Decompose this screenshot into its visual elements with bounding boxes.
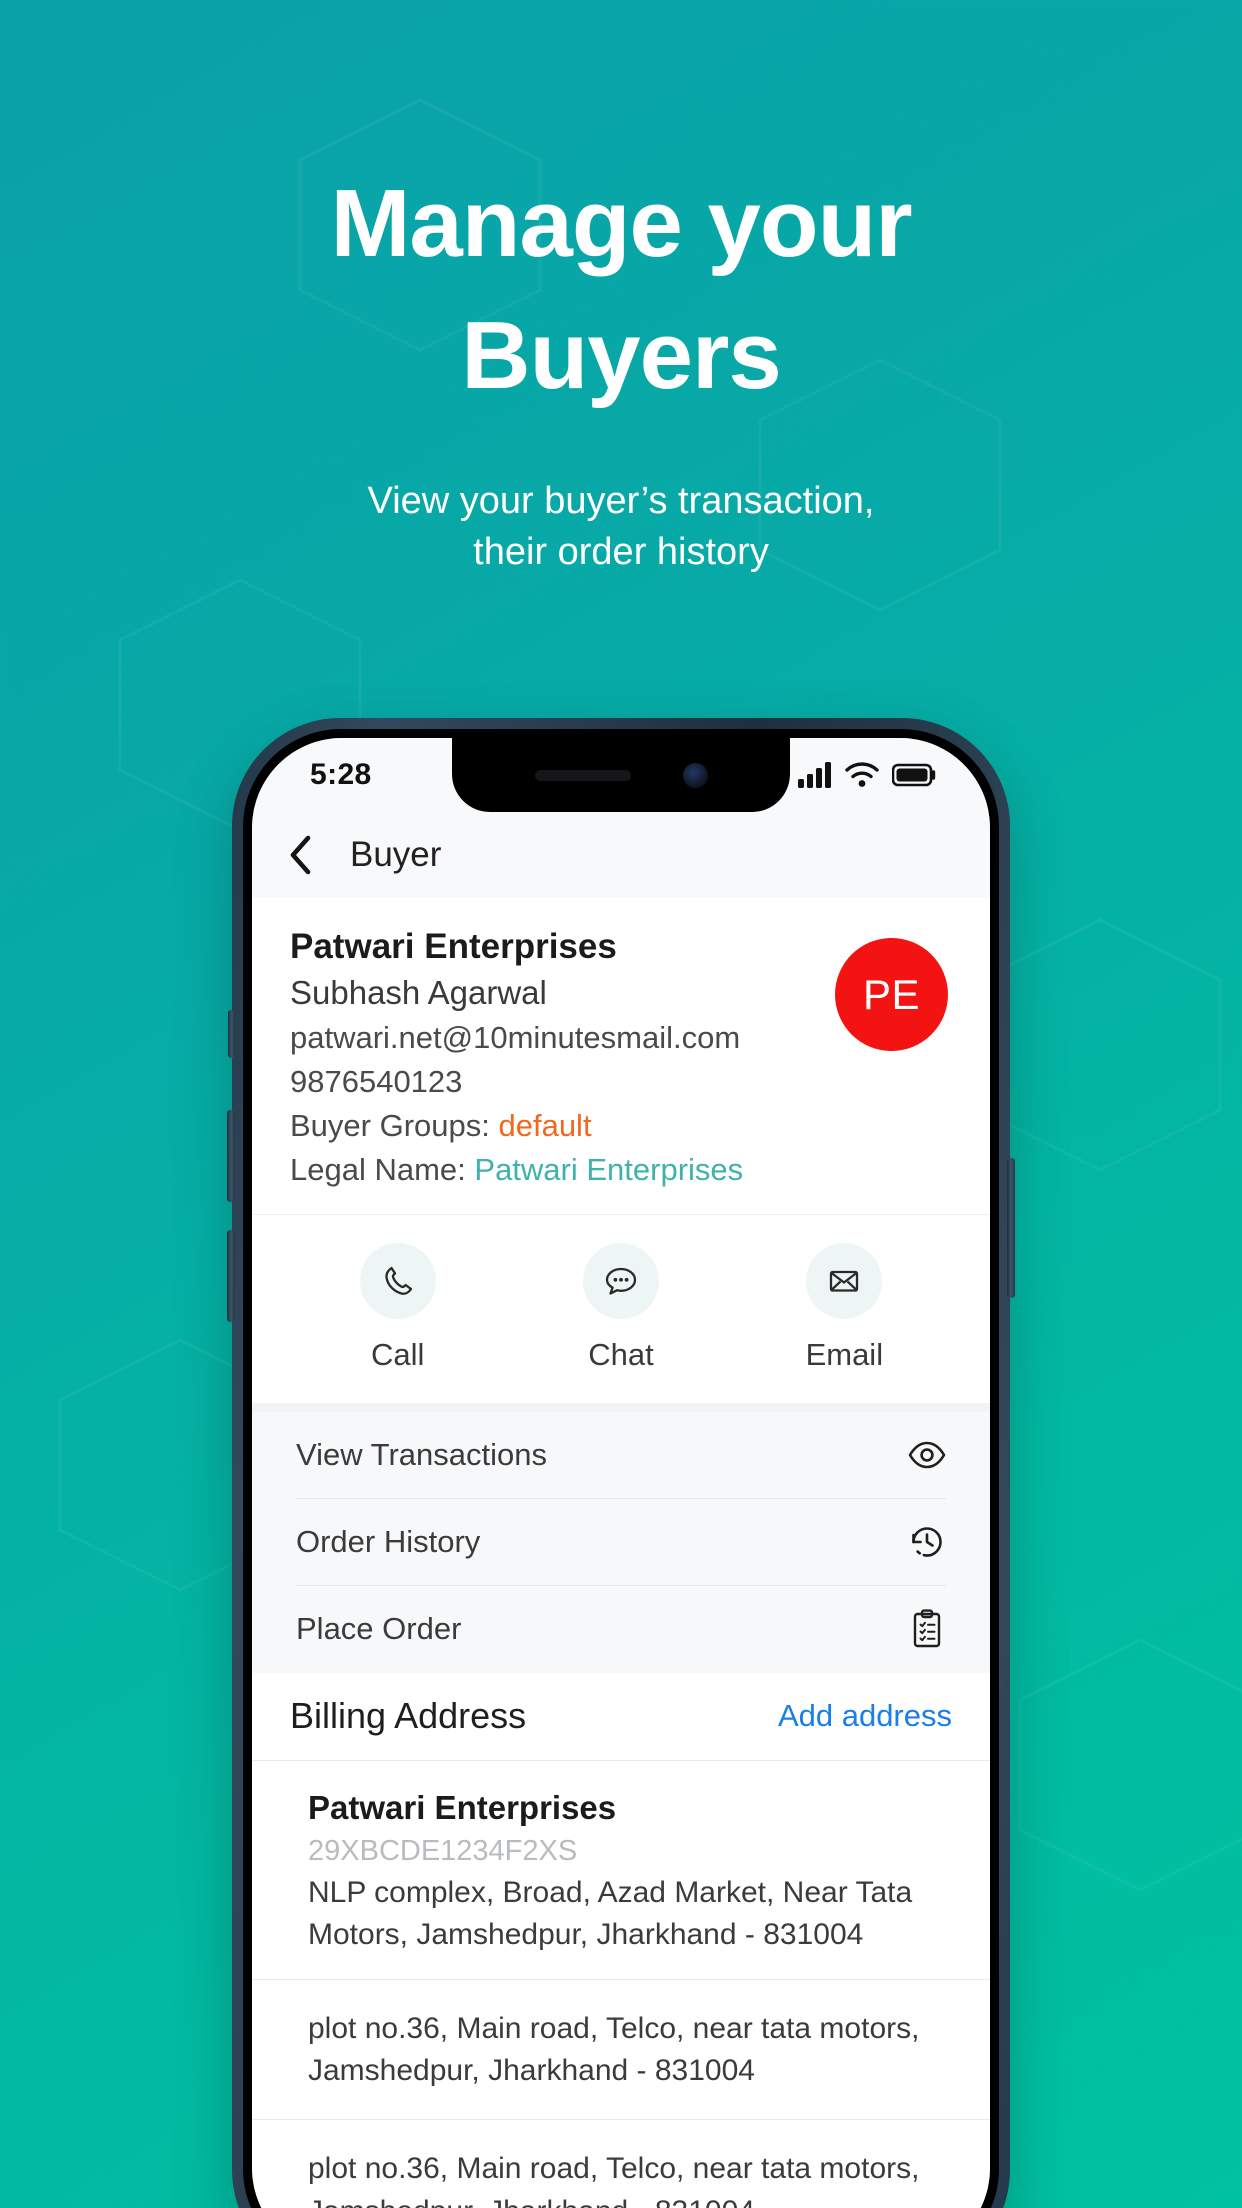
menu-item-place-order[interactable]: Place Order [296,1586,946,1673]
mute-switch[interactable] [228,1010,235,1058]
buyer-menu-list: View Transactions Order History Place Or… [252,1411,990,1673]
menu-item-view-transactions[interactable]: View Transactions [296,1412,946,1499]
legal-name-label: Legal Name: [290,1151,475,1187]
buyer-details: Patwari Enterprises Subhash Agarwal patw… [290,924,835,1192]
promo-block: Manage your Buyers View your buyer’s tra… [0,0,1242,577]
phone-bezel: 5:28 Buyer Patwari Enterprises Subhash A… [243,729,999,2208]
nav-title: Buyer [350,835,442,874]
battery-icon [892,763,936,787]
phone-icon [359,1242,436,1319]
promo-subtitle: View your buyer’s transaction, their ord… [0,476,1242,577]
buyer-groups-row: Buyer Groups: default [290,1104,835,1148]
promo-title-line2: Buyers [461,302,782,409]
promo-subtitle-line1: View your buyer’s transaction, [367,480,875,522]
buyer-groups-value[interactable]: default [498,1108,591,1143]
address-line2: Jamshedpur, Jharkhand - 831004 [308,2191,952,2208]
email-action-label: Email [805,1336,884,1372]
email-action-button[interactable]: Email [733,1242,956,1373]
buyer-company-name: Patwari Enterprises [290,927,617,966]
menu-item-label: Order History [296,1523,481,1559]
menu-item-label: View Transactions [296,1436,547,1472]
buyer-contact-person: Subhash Agarwal [290,974,547,1012]
buyer-phone[interactable]: 9876540123 [290,1060,835,1104]
chat-action-label: Chat [588,1336,654,1372]
promo-title-line1: Manage your [330,170,912,277]
address-line2: Jamshedpur, Jharkhand - 831004 [308,2054,755,2088]
address-line1: plot no.36, Main road, Telco, near tata … [308,2151,920,2185]
promo-subtitle-line2: their order history [473,530,769,573]
legal-name-row: Legal Name: Patwari Enterprises [290,1148,835,1192]
address-line2: Motors, Jamshedpur, Jharkhand - 831004 [308,1918,864,1952]
billing-address-header: Billing Address Add address [252,1672,990,1761]
address-line1: plot no.36, Main road, Telco, near tata … [308,2011,920,2045]
address-card[interactable]: Patwari Enterprises 29XBCDE1234F2XS NLP … [252,1760,990,1980]
volume-up-button[interactable] [227,1110,235,1202]
menu-item-order-history[interactable]: Order History [296,1499,946,1586]
buyer-email[interactable]: patwari.net@10minutesmail.com [290,1016,835,1060]
address-name: Patwari Enterprises [308,1788,617,1826]
address-line1: NLP complex, Broad, Azad Market, Near Ta… [308,1875,913,1909]
call-action-label: Call [370,1336,425,1372]
quick-actions-row: Call Chat Email [252,1214,990,1412]
status-clock: 5:28 [310,758,372,791]
add-address-link[interactable]: Add address [778,1698,952,1734]
power-button[interactable] [1007,1158,1015,1298]
chat-action-button[interactable]: Chat [509,1242,732,1373]
clipboard-list-icon [908,1609,946,1648]
clock-rewind-icon [908,1523,946,1561]
phone-mockup: 5:28 Buyer Patwari Enterprises Subhash A… [227,718,1015,2208]
eye-icon [908,1436,946,1474]
chat-bubble-icon [582,1242,659,1319]
back-chevron-icon[interactable] [286,835,316,875]
notch [452,738,790,812]
page-title: Manage your Buyers [0,176,1242,404]
envelope-icon [806,1242,883,1319]
address-card[interactable]: plot no.36, Main road, Telco, near tata … [252,1979,990,2120]
volume-down-button[interactable] [227,1230,235,1322]
buyer-groups-label: Buyer Groups: [290,1107,499,1143]
phone-screen: 5:28 Buyer Patwari Enterprises Subhash A… [252,738,990,2208]
avatar: PE [835,938,948,1051]
earpiece-speaker [534,769,631,781]
buyer-info-card: Patwari Enterprises Subhash Agarwal patw… [252,898,990,1215]
legal-name-value[interactable]: Patwari Enterprises [474,1152,743,1187]
menu-item-label: Place Order [296,1611,462,1647]
status-icon-group [798,762,936,788]
address-card[interactable]: plot no.36, Main road, Telco, near tata … [252,2119,990,2208]
signal-icon [798,762,831,788]
address-gstin: 29XBCDE1234F2XS [308,1834,578,1867]
wifi-icon [845,762,879,787]
billing-address-title: Billing Address [290,1695,527,1737]
call-action-button[interactable]: Call [286,1242,509,1373]
front-camera-icon [682,762,708,788]
nav-header: Buyer [252,812,990,898]
